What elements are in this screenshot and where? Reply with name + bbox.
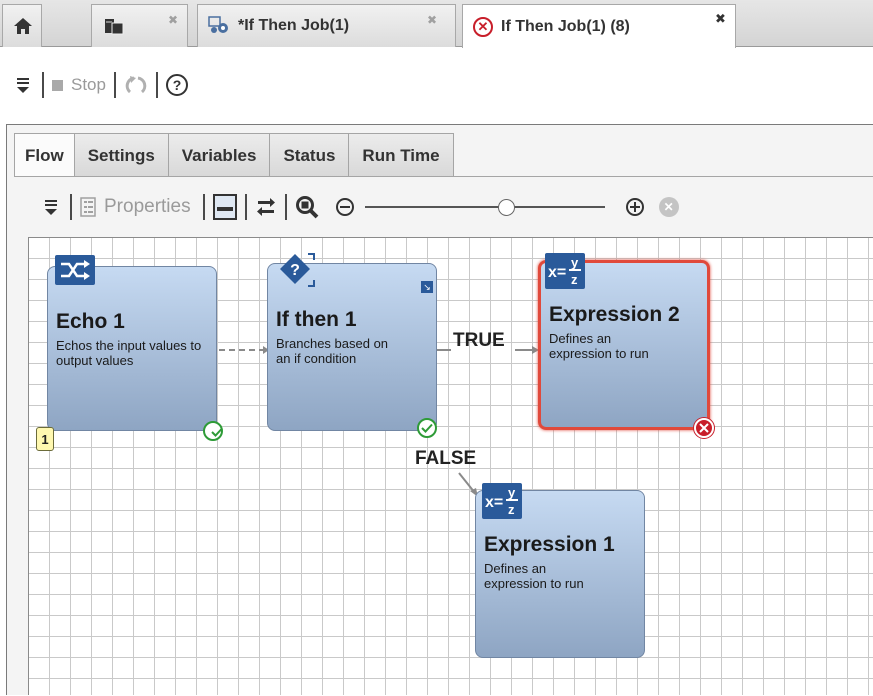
- toolbar-divider: [284, 194, 287, 220]
- panel-toggle-icon: [212, 194, 237, 220]
- checkmark-icon: [421, 423, 433, 433]
- node-description: Echos the input values to output values: [56, 338, 202, 368]
- refresh-button[interactable]: [124, 74, 148, 96]
- tab-label: Status: [283, 145, 336, 165]
- tab-variables[interactable]: Variables: [167, 133, 271, 177]
- svg-text:z: z: [508, 502, 515, 517]
- zoom-slider-track: [364, 206, 605, 208]
- toolbar-divider: [42, 72, 44, 98]
- menu-icon: [45, 200, 57, 215]
- folders-icon: [105, 19, 124, 35]
- tab-if-then-job-run[interactable]: ✕ If Then Job(1) (8) ✖: [462, 4, 736, 48]
- close-icon[interactable]: ✖: [168, 13, 178, 27]
- toolbar-divider: [155, 72, 158, 98]
- node-if-then-1[interactable]: ? ↘ If then 1 Branches based on an if co…: [267, 253, 437, 431]
- expression-icon: x= y z: [545, 253, 585, 289]
- close-icon[interactable]: ✖: [715, 11, 726, 27]
- zoom-in-icon: [625, 198, 644, 216]
- toolbar-divider: [244, 194, 247, 220]
- toolbar-divider: [202, 194, 205, 220]
- node-title: If then 1: [276, 308, 357, 331]
- tab-home[interactable]: [2, 4, 42, 47]
- zoom-out-button[interactable]: [335, 197, 355, 217]
- tab-settings[interactable]: Settings: [73, 133, 169, 177]
- expand-icon[interactable]: ↘: [421, 281, 433, 293]
- node-description: Branches based on an if condition: [276, 336, 389, 366]
- flow-canvas[interactable]: Echo 1 Echos the input values to output …: [28, 237, 873, 695]
- false-label: FALSE: [415, 448, 477, 469]
- error-icon: ✕: [473, 16, 493, 37]
- svg-text:z: z: [571, 272, 578, 287]
- node-title: Expression 1: [484, 533, 615, 556]
- stop-label: Stop: [71, 75, 106, 94]
- node-title: Echo 1: [56, 310, 125, 333]
- menu-button[interactable]: [16, 76, 30, 94]
- stop-button[interactable]: Stop: [52, 75, 106, 95]
- job-subtabs: Flow Settings Variables Status Run Time: [14, 133, 454, 178]
- properties-icon: [80, 197, 96, 217]
- svg-text:x=: x=: [485, 494, 503, 511]
- node-description: Defines an expression to run: [549, 331, 649, 361]
- close-icon[interactable]: ✖: [427, 13, 437, 27]
- zoom-fit-button[interactable]: [295, 195, 319, 219]
- tab-label: Settings: [87, 145, 155, 165]
- toggle-panel-button[interactable]: [212, 194, 237, 220]
- node-title: Expression 2: [549, 303, 680, 326]
- tab-label: Run Time: [362, 145, 440, 165]
- home-icon: [14, 18, 32, 34]
- svg-text:y: y: [571, 255, 579, 270]
- expression-icon: x= y z: [482, 483, 522, 519]
- tab-label: Variables: [181, 145, 257, 165]
- window-tab-strip: ✖ *If Then Job(1) ✖ ✕ If Then Job(1) (8)…: [0, 0, 873, 48]
- checkmark-icon: [211, 427, 223, 437]
- properties-label: Properties: [104, 196, 191, 217]
- job-gear-icon: [208, 16, 228, 33]
- tab-if-then-job-draft[interactable]: *If Then Job(1) ✖: [197, 4, 456, 47]
- help-icon: ?: [165, 74, 188, 96]
- tab-label: *If Then Job(1): [238, 17, 350, 34]
- menu-icon: [17, 78, 29, 93]
- true-label: TRUE: [453, 330, 505, 351]
- toolbar-divider: [70, 194, 72, 220]
- zoom-fit-icon: [295, 196, 319, 219]
- refresh-icon: [125, 76, 147, 94]
- condition-icon: ?: [280, 253, 315, 287]
- echo-icon: [55, 255, 95, 285]
- svg-text:x=: x=: [548, 264, 566, 281]
- tab-status[interactable]: Status: [269, 133, 350, 177]
- tab-flow[interactable]: Flow: [14, 133, 75, 178]
- zoom-slider[interactable]: [364, 197, 605, 217]
- order-badge: 1: [36, 427, 54, 451]
- flow-toolbar: Properties ✕: [14, 177, 873, 237]
- node-description: Defines an expression to run: [484, 561, 584, 591]
- tab-label: Flow: [25, 146, 64, 165]
- tab-run-time[interactable]: Run Time: [348, 133, 454, 177]
- toolbar-divider: [113, 72, 116, 98]
- arrange-button[interactable]: [255, 196, 277, 218]
- zoom-slider-thumb[interactable]: [498, 199, 516, 216]
- tab-folders[interactable]: ✖: [91, 4, 188, 47]
- zoom-out-icon: [335, 198, 354, 216]
- svg-text:y: y: [508, 485, 516, 500]
- job-toolbar: Stop ?: [0, 66, 873, 104]
- node-expression-1[interactable]: x= y z Expression 1 Defines an expressio…: [475, 483, 645, 658]
- clear-button[interactable]: ✕: [658, 197, 679, 217]
- node-echo-1[interactable]: Echo 1 Echos the input values to output …: [47, 255, 223, 441]
- node-expression-2[interactable]: x= y z Expression 2 Defines an expressio…: [538, 253, 710, 430]
- zoom-in-button[interactable]: [625, 197, 645, 217]
- stop-icon: [52, 79, 63, 91]
- arrange-icon: [256, 198, 275, 216]
- clear-icon: ✕: [658, 197, 679, 217]
- properties-button[interactable]: Properties: [80, 196, 191, 218]
- flow-menu-button[interactable]: [44, 198, 58, 216]
- help-button[interactable]: ?: [165, 74, 188, 96]
- error-cross-icon: [699, 423, 709, 433]
- svg-text:?: ?: [290, 262, 300, 279]
- tab-label: If Then Job(1) (8): [501, 17, 630, 35]
